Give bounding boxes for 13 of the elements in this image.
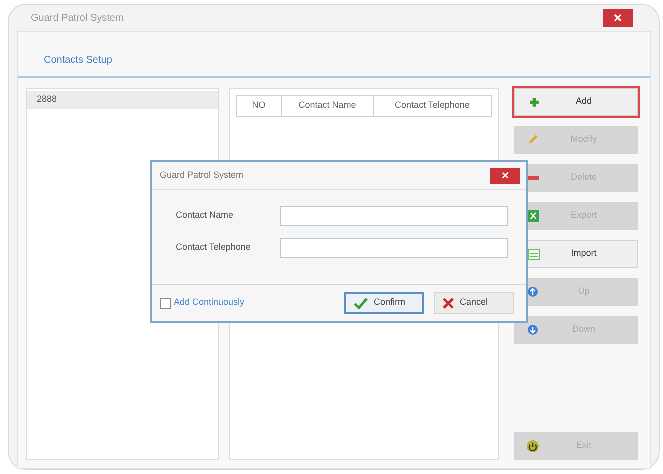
column-header[interactable]: NO xyxy=(237,96,281,116)
dialog-title: Guard Patrol System xyxy=(160,168,244,182)
field-label: Contact Telephone xyxy=(176,241,252,254)
window-title: Guard Patrol System xyxy=(31,12,124,26)
column-header[interactable]: Contact Telephone xyxy=(373,96,491,116)
tree-item[interactable]: 2888 xyxy=(27,91,218,108)
column-header[interactable]: Contact Name xyxy=(281,96,373,116)
checkbox-label[interactable]: Add Continuously xyxy=(174,296,245,310)
cancel-button[interactable]: Cancel xyxy=(434,292,514,314)
add-button[interactable]: Add xyxy=(514,88,638,116)
confirm-button[interactable]: Confirm xyxy=(344,292,424,314)
section-title: Contacts Setup xyxy=(44,54,112,68)
field-label: Contact Name xyxy=(176,209,235,222)
